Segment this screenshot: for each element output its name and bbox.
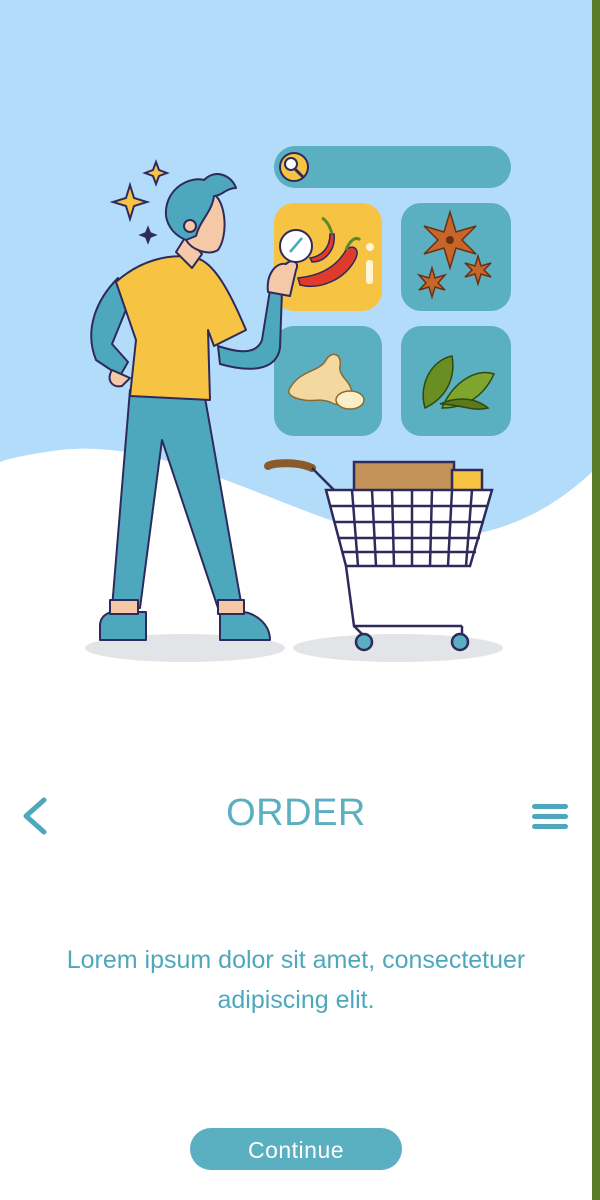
page-title: ORDER <box>226 792 366 834</box>
search-bar-illustration <box>274 146 511 188</box>
continue-button[interactable]: Continue <box>190 1128 402 1170</box>
hero-illustration <box>0 0 592 662</box>
right-edge-bar <box>592 0 600 1200</box>
tile-star-anise <box>401 203 511 311</box>
menu-button[interactable] <box>528 800 572 834</box>
cart-shadow <box>293 634 503 662</box>
tile-ginger <box>274 326 382 436</box>
navigation-bar: ORDER <box>0 780 592 850</box>
tap-indicator <box>279 229 313 263</box>
description-text: Lorem ipsum dolor sit amet, consectetuer… <box>66 946 526 1014</box>
hamburger-menu-icon <box>532 804 568 829</box>
onboarding-screen: ORDER Lorem ipsum dolor sit amet, consec… <box>0 0 600 1200</box>
tile-bay-leaf <box>401 326 511 436</box>
